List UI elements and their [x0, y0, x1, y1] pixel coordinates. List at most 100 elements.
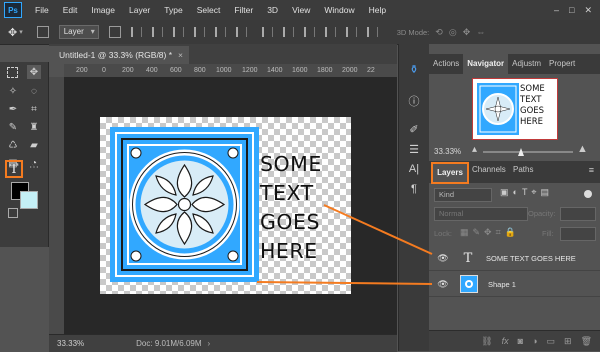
opacity-field[interactable] — [560, 207, 596, 221]
tab-channels[interactable]: Channels — [472, 165, 506, 174]
close-button[interactable]: ✕ — [584, 5, 592, 16]
background-color-swatch[interactable] — [20, 191, 38, 209]
marquee-tool-icon[interactable] — [7, 67, 18, 78]
align-left-icon[interactable] — [193, 27, 205, 37]
new-layer-icon[interactable]: ⊞ — [564, 336, 572, 347]
chevron-down-icon[interactable]: ▾ — [19, 28, 23, 36]
paragraph-icon[interactable]: ¶ — [407, 182, 421, 196]
filter-toggle-icon[interactable] — [584, 190, 592, 198]
menu-3d[interactable]: 3D — [267, 5, 278, 15]
menu-layer[interactable]: Layer — [129, 5, 150, 15]
auto-select-checkbox[interactable] — [36, 26, 49, 38]
tab-layers[interactable]: Layers — [431, 162, 469, 184]
brush-tool-icon[interactable]: ✎ — [6, 120, 20, 134]
shape-1-tile[interactable] — [110, 127, 259, 282]
tab-properties[interactable]: Propert — [545, 54, 579, 74]
adjustment-layer-icon[interactable]: ◑ — [532, 336, 537, 346]
3d-slide-icon[interactable]: ⇔ — [476, 27, 485, 37]
status-menu-arrow-icon[interactable]: › — [208, 339, 211, 348]
menu-image[interactable]: Image — [91, 5, 115, 15]
show-transform-controls-checkbox[interactable] — [108, 26, 121, 38]
navigator-zoom[interactable]: 33.33% — [434, 147, 461, 156]
close-tab-icon[interactable]: × — [178, 50, 183, 60]
stamp-tool-icon[interactable]: ♜ — [27, 120, 41, 134]
fill-field[interactable] — [560, 227, 596, 241]
eraser-tool-icon[interactable]: ▰ — [27, 138, 41, 152]
quick-mask-icon[interactable] — [8, 208, 18, 218]
eyedropper-icon[interactable]: ✒ — [6, 102, 20, 116]
align-right-icon[interactable] — [235, 27, 247, 37]
menu-help[interactable]: Help — [369, 5, 386, 15]
document-size-info[interactable]: Doc: 9.01M/6.09M — [136, 339, 201, 348]
navigator-thumb-text: SOME TEXT GOES HERE — [520, 84, 554, 128]
move-tool-preset-icon[interactable]: ✥ — [8, 26, 17, 39]
fx-icon[interactable]: fx — [502, 336, 509, 346]
tab-actions[interactable]: Actions — [429, 54, 463, 74]
layer-name[interactable]: Shape 1 — [488, 280, 516, 289]
align-bottom-icon[interactable] — [172, 27, 184, 37]
delete-layer-icon[interactable]: 🗑 — [581, 336, 592, 347]
visibility-eye-icon[interactable]: 👁 — [436, 279, 450, 290]
distribute-right-icon[interactable] — [366, 27, 378, 37]
navigator-zoom-slider[interactable] — [483, 151, 573, 153]
3d-roll-icon[interactable]: ◎ — [449, 27, 457, 38]
menu-edit[interactable]: Edit — [63, 5, 78, 15]
3d-drag-icon[interactable]: ✥ — [463, 27, 471, 38]
panel-menu-icon[interactable]: ≡ — [589, 165, 594, 175]
zoom-out-icon[interactable]: ▴ — [472, 144, 477, 155]
layer-filter-kind[interactable]: Kind — [434, 188, 492, 202]
shape-layer-thumb-icon — [460, 275, 478, 293]
align-vertical-center-icon[interactable] — [151, 27, 163, 37]
sliders-icon[interactable]: ☰ — [407, 142, 421, 156]
history-brush-icon[interactable]: ♺ — [6, 138, 20, 152]
path-selection-icon[interactable]: ⋯ — [27, 160, 41, 174]
visibility-eye-icon[interactable]: 👁 — [436, 253, 450, 264]
add-mask-icon[interactable]: ◙ — [518, 336, 523, 346]
distribute-hcenter-icon[interactable] — [345, 27, 357, 37]
link-layers-icon[interactable]: ⛓ — [481, 336, 492, 347]
window-controls: – □ ✕ — [554, 5, 592, 16]
zoom-level[interactable]: 33.33% — [57, 339, 84, 348]
3d-panel-icon[interactable]: ⚱ — [407, 62, 421, 76]
crop-tool-icon[interactable]: ⌗ — [27, 102, 41, 116]
type-tool-icon[interactable]: T — [5, 160, 23, 178]
zoom-in-icon[interactable]: ▲ — [577, 143, 588, 155]
layer-filter-icons[interactable]: ▣◐T⌖▤ — [500, 187, 553, 198]
tab-adjustments[interactable]: Adjustm — [508, 54, 545, 74]
layer-row-text[interactable]: 👁 T SOME TEXT GOES HERE — [429, 246, 600, 271]
text-layer-thumb-icon: T — [463, 250, 473, 266]
new-group-icon[interactable]: ▭ — [547, 336, 556, 347]
tab-paths[interactable]: Paths — [513, 165, 533, 174]
character-icon[interactable]: A| — [407, 162, 421, 176]
layer-name[interactable]: SOME TEXT GOES HERE — [486, 254, 576, 263]
auto-select-target-dropdown[interactable]: Layer — [58, 25, 99, 39]
menu-type[interactable]: Type — [164, 5, 182, 15]
menu-filter[interactable]: Filter — [234, 5, 253, 15]
distribute-top-icon[interactable] — [261, 27, 273, 37]
ruler-tick: 200 — [122, 67, 134, 74]
ruler-tick: 1800 — [317, 67, 333, 74]
move-tool-icon[interactable]: ✥ — [27, 65, 41, 79]
menu-file[interactable]: File — [35, 5, 49, 15]
minimize-button[interactable]: – — [554, 5, 559, 16]
info-icon[interactable]: ⓘ — [407, 94, 421, 108]
menu-view[interactable]: View — [292, 5, 310, 15]
tab-navigator[interactable]: Navigator — [463, 54, 509, 74]
document-tab[interactable]: Untitled-1 @ 33.3% (RGB/8) * × — [49, 46, 189, 64]
magic-wand-icon[interactable]: ✧ — [6, 84, 20, 98]
lasso-tool-icon[interactable]: ◌ — [27, 84, 41, 98]
align-top-icon[interactable] — [130, 27, 142, 37]
align-horizontal-center-icon[interactable] — [214, 27, 226, 37]
lock-icons[interactable]: ▦✎✥⌗🔒 — [460, 227, 520, 238]
brush-presets-icon[interactable]: ✐ — [407, 122, 421, 136]
distribute-center-icon[interactable] — [282, 27, 294, 37]
menu-select[interactable]: Select — [197, 5, 221, 15]
layer-row-shape[interactable]: 👁 Shape 1 — [429, 272, 600, 297]
blend-mode-dropdown[interactable]: Normal — [434, 207, 528, 221]
distribute-left-icon[interactable] — [324, 27, 336, 37]
3d-rotate-icon[interactable]: ⟲ — [435, 27, 443, 38]
document-text-layer[interactable]: SOME TEXT GOES HERE — [260, 150, 350, 266]
distribute-bottom-icon[interactable] — [303, 27, 315, 37]
menu-window[interactable]: Window — [324, 5, 354, 15]
maximize-button[interactable]: □ — [569, 5, 574, 16]
